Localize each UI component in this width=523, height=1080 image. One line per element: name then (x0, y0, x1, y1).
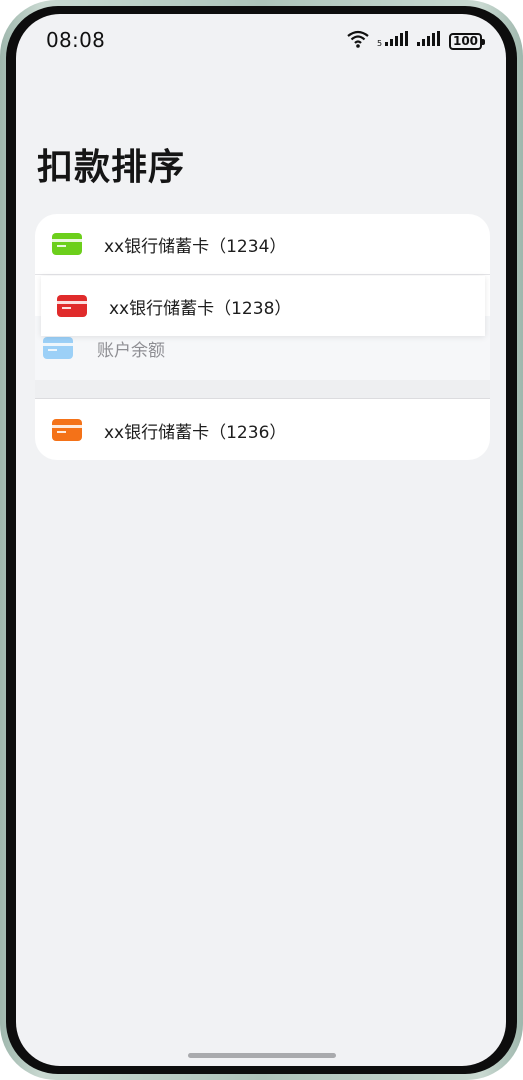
bank-card-icon (43, 337, 73, 359)
status-bar: 08:08 5 100 (16, 14, 506, 70)
payment-item-label: xx银行储蓄卡（1238） (109, 298, 292, 319)
battery-icon: 100 (449, 32, 485, 50)
signal-icon (417, 31, 441, 51)
battery-level: 100 (452, 34, 479, 48)
payment-item-1234[interactable]: xx银行储蓄卡（1234） (35, 214, 490, 274)
payment-item-label: 账户余额 (97, 340, 165, 361)
signal-icon: 5 (377, 31, 409, 51)
status-icons: 5 100 (347, 30, 485, 52)
payment-item-1238-dragging[interactable]: xx银行储蓄卡（1238） (41, 276, 485, 336)
list-divider (35, 274, 490, 275)
payment-method-list: xx银行储蓄卡（1234） 账户余额 xx银行储蓄卡（1238） xx银行储蓄卡… (35, 214, 490, 460)
page-title: 扣款排序 (37, 147, 186, 188)
wifi-icon (347, 30, 369, 52)
bank-card-icon (52, 419, 82, 441)
svg-text:5: 5 (377, 39, 382, 47)
bank-card-icon (52, 233, 82, 255)
home-indicator[interactable] (188, 1053, 336, 1058)
payment-item-label: xx银行储蓄卡（1236） (104, 422, 287, 443)
payment-item-1236[interactable]: xx银行储蓄卡（1236） (35, 400, 490, 460)
payment-item-label: xx银行储蓄卡（1234） (104, 236, 287, 257)
list-divider (35, 398, 490, 399)
drop-placeholder (35, 380, 490, 398)
bank-card-icon (57, 295, 87, 317)
screen: 08:08 5 100 扣款排序 xx银行储蓄卡（1234） 账户余额 xx银行… (16, 14, 506, 1066)
status-time: 08:08 (46, 28, 106, 52)
